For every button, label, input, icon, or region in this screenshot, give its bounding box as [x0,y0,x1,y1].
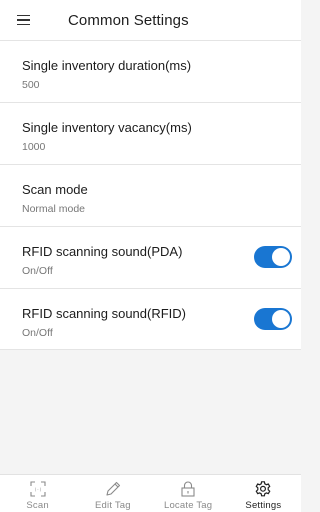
nav-item-edit-tag[interactable]: Edit Tag [75,475,150,512]
nav-label-settings: Settings [245,500,282,511]
setting-label: Single inventory vacancy(ms) [22,120,192,135]
setting-label: RFID scanning sound(PDA) [22,244,183,259]
toggle-knob [272,248,290,266]
nav-item-scan[interactable]: (·) Scan [0,475,75,512]
nav-label-scan: Scan [26,500,49,511]
setting-label: RFID scanning sound(RFID) [22,306,186,321]
setting-scan-mode[interactable]: Scan mode Normal mode [0,164,301,226]
bottom-navigation: (·) Scan Edit Tag Locate Tag Settings [0,474,301,512]
setting-value: On/Off [22,327,53,339]
top-app-bar: Common Settings [0,0,301,40]
toggle-knob [272,310,290,328]
rfid-sound-rfid-toggle[interactable] [254,308,292,330]
setting-rfid-sound-rfid[interactable]: RFID scanning sound(RFID) On/Off [0,288,301,350]
page-title: Common Settings [68,11,189,29]
nav-item-locate-tag[interactable]: Locate Tag [151,475,226,512]
setting-value: On/Off [22,265,53,277]
setting-value: 500 [22,79,40,91]
setting-rfid-sound-pda[interactable]: RFID scanning sound(PDA) On/Off [0,226,301,288]
pencil-icon [106,481,120,496]
hamburger-menu-icon[interactable] [0,0,44,40]
rfid-sound-pda-toggle[interactable] [254,246,292,268]
nav-label-edit-tag: Edit Tag [94,500,131,511]
setting-single-inventory-duration[interactable]: Single inventory duration(ms) 500 [0,40,301,102]
nav-label-locate-tag: Locate Tag [163,500,213,511]
setting-value: 1000 [22,141,46,153]
setting-single-inventory-vacancy[interactable]: Single inventory vacancy(ms) 1000 [0,102,301,164]
svg-text:(·): (·) [34,487,41,492]
nav-item-settings[interactable]: Settings [226,475,301,512]
setting-label: Single inventory duration(ms) [22,58,192,73]
scan-frame-icon: (·) [30,481,46,497]
settings-list: Single inventory duration(ms) 500 Single… [0,40,301,350]
lock-icon [181,481,195,497]
gear-icon [255,481,271,497]
setting-value: Normal mode [22,203,86,215]
setting-label: Scan mode [22,182,88,197]
